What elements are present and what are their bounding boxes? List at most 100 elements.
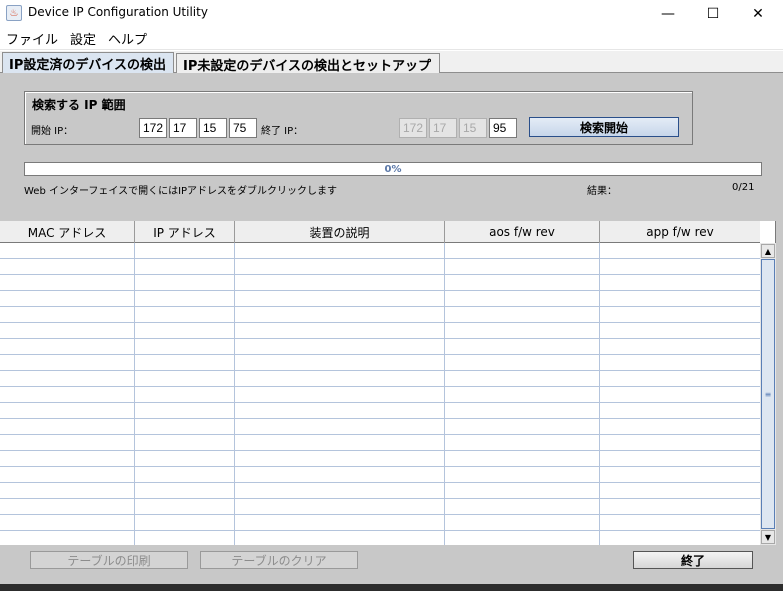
table-cell[interactable] xyxy=(600,355,760,371)
column-app-rev[interactable]: app f/w rev xyxy=(600,221,760,243)
table-cell[interactable] xyxy=(445,259,600,275)
column-aos-rev[interactable]: aos f/w rev xyxy=(445,221,600,243)
table-cell[interactable] xyxy=(445,499,600,515)
start-ip-octet-2[interactable]: 17 xyxy=(169,118,197,138)
table-row[interactable] xyxy=(0,371,760,387)
table-cell[interactable] xyxy=(0,307,135,323)
table-row[interactable] xyxy=(0,275,760,291)
table-cell[interactable] xyxy=(600,483,760,499)
table-cell[interactable] xyxy=(0,259,135,275)
table-cell[interactable] xyxy=(0,467,135,483)
table-cell[interactable] xyxy=(0,483,135,499)
table-row[interactable] xyxy=(0,419,760,435)
table-cell[interactable] xyxy=(235,371,445,387)
exit-button[interactable]: 終了 xyxy=(633,551,753,569)
table-cell[interactable] xyxy=(445,483,600,499)
table-cell[interactable] xyxy=(0,387,135,403)
table-cell[interactable] xyxy=(235,499,445,515)
table-cell[interactable] xyxy=(445,515,600,531)
table-cell[interactable] xyxy=(0,531,135,545)
table-row[interactable] xyxy=(0,515,760,531)
table-row[interactable] xyxy=(0,387,760,403)
table-cell[interactable] xyxy=(0,355,135,371)
table-row[interactable] xyxy=(0,243,760,259)
table-row[interactable] xyxy=(0,531,760,545)
table-cell[interactable] xyxy=(235,307,445,323)
table-cell[interactable] xyxy=(600,291,760,307)
start-ip-octet-1[interactable]: 172 xyxy=(139,118,167,138)
table-cell[interactable] xyxy=(0,419,135,435)
clear-table-button[interactable]: テーブルのクリア xyxy=(200,551,358,569)
table-cell[interactable] xyxy=(0,323,135,339)
start-search-button[interactable]: 検索開始 xyxy=(529,117,679,137)
print-table-button[interactable]: テーブルの印刷 xyxy=(30,551,188,569)
table-cell[interactable] xyxy=(600,387,760,403)
table-row[interactable] xyxy=(0,435,760,451)
table-cell[interactable] xyxy=(135,339,235,355)
table-row[interactable] xyxy=(0,483,760,499)
tab-configured-devices[interactable]: IP設定済のデバイスの検出 xyxy=(2,52,174,74)
column-mac[interactable]: MAC アドレス xyxy=(0,221,135,243)
table-cell[interactable] xyxy=(445,323,600,339)
table-cell[interactable] xyxy=(600,403,760,419)
scroll-thumb[interactable]: ≡ xyxy=(761,259,775,529)
table-cell[interactable] xyxy=(135,259,235,275)
table-row[interactable] xyxy=(0,323,760,339)
start-ip-octet-3[interactable]: 15 xyxy=(199,118,227,138)
table-cell[interactable] xyxy=(600,531,760,545)
table-cell[interactable] xyxy=(135,467,235,483)
table-cell[interactable] xyxy=(0,515,135,531)
table-cell[interactable] xyxy=(235,339,445,355)
table-cell[interactable] xyxy=(235,515,445,531)
table-cell[interactable] xyxy=(235,275,445,291)
table-cell[interactable] xyxy=(235,483,445,499)
table-cell[interactable] xyxy=(445,467,600,483)
table-row[interactable] xyxy=(0,403,760,419)
table-cell[interactable] xyxy=(235,403,445,419)
table-cell[interactable] xyxy=(600,259,760,275)
column-ip[interactable]: IP アドレス xyxy=(135,221,235,243)
table-cell[interactable] xyxy=(235,323,445,339)
menu-settings[interactable]: 設定 xyxy=(64,29,102,48)
table-row[interactable] xyxy=(0,259,760,275)
end-ip-octet-4[interactable]: 95 xyxy=(489,118,517,138)
table-cell[interactable] xyxy=(600,467,760,483)
table-cell[interactable] xyxy=(0,499,135,515)
table-cell[interactable] xyxy=(135,323,235,339)
table-cell[interactable] xyxy=(600,323,760,339)
table-cell[interactable] xyxy=(600,275,760,291)
table-cell[interactable] xyxy=(600,435,760,451)
table-cell[interactable] xyxy=(445,291,600,307)
table-cell[interactable] xyxy=(135,499,235,515)
table-row[interactable] xyxy=(0,467,760,483)
table-cell[interactable] xyxy=(135,515,235,531)
table-cell[interactable] xyxy=(235,467,445,483)
table-cell[interactable] xyxy=(445,435,600,451)
table-cell[interactable] xyxy=(445,243,600,259)
vertical-scrollbar[interactable]: ▲ ≡ ▼ xyxy=(760,243,776,545)
table-row[interactable] xyxy=(0,451,760,467)
table-cell[interactable] xyxy=(235,435,445,451)
table-cell[interactable] xyxy=(600,307,760,323)
table-cell[interactable] xyxy=(0,243,135,259)
scroll-up-icon[interactable]: ▲ xyxy=(761,244,775,258)
column-description[interactable]: 装置の説明 xyxy=(235,221,445,243)
tab-unconfigured-devices[interactable]: IP未設定のデバイスの検出とセットアップ xyxy=(176,53,440,74)
table-cell[interactable] xyxy=(135,275,235,291)
table-cell[interactable] xyxy=(135,291,235,307)
table-cell[interactable] xyxy=(135,531,235,545)
table-cell[interactable] xyxy=(135,451,235,467)
table-row[interactable] xyxy=(0,499,760,515)
table-cell[interactable] xyxy=(235,259,445,275)
table-cell[interactable] xyxy=(600,339,760,355)
scroll-down-icon[interactable]: ▼ xyxy=(761,530,775,544)
table-cell[interactable] xyxy=(235,243,445,259)
table-cell[interactable] xyxy=(445,307,600,323)
menu-file[interactable]: ファイル xyxy=(0,29,64,48)
table-cell[interactable] xyxy=(445,531,600,545)
table-cell[interactable] xyxy=(235,451,445,467)
table-cell[interactable] xyxy=(135,435,235,451)
start-ip-octet-4[interactable]: 75 xyxy=(229,118,257,138)
table-row[interactable] xyxy=(0,355,760,371)
table-cell[interactable] xyxy=(235,291,445,307)
